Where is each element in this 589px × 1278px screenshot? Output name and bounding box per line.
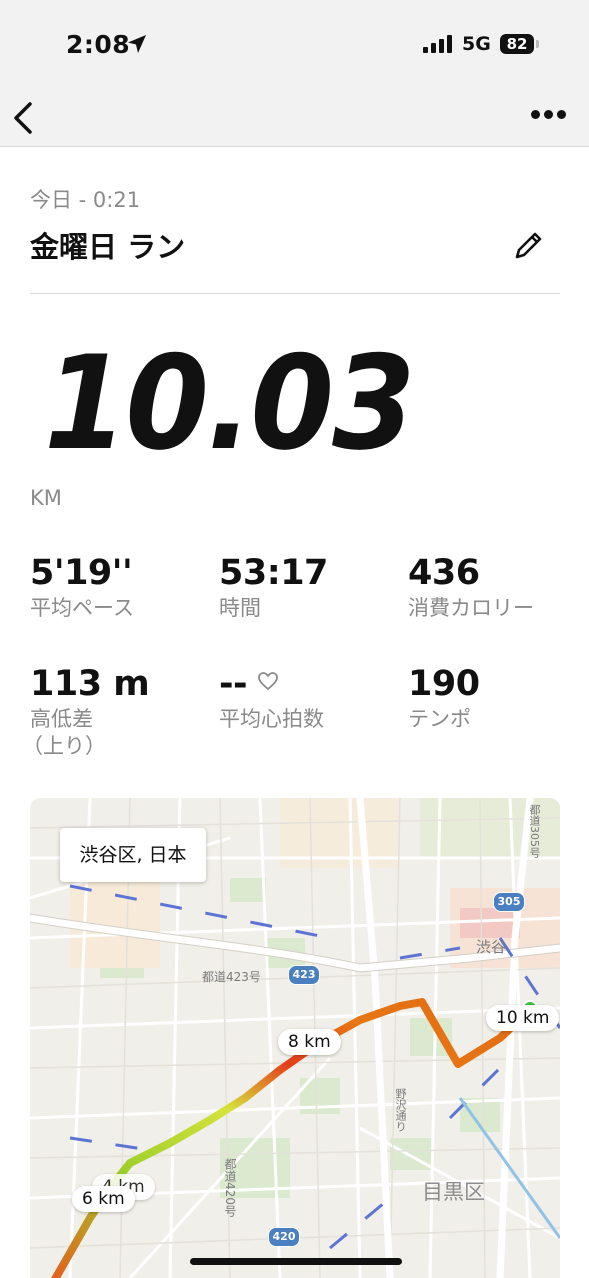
battery-nub xyxy=(536,40,539,48)
calories-value: 436 xyxy=(408,553,480,593)
elevation-label: 高低差 xyxy=(30,707,93,731)
cadence-label: テンポ xyxy=(408,707,471,731)
distance-unit: KM xyxy=(30,486,62,510)
route-badge-423: 423 xyxy=(288,965,320,985)
route-badge-305: 305 xyxy=(493,892,525,912)
status-time: 2:08 xyxy=(66,30,131,59)
km-marker-6: 6 km xyxy=(72,1186,135,1212)
signal-strength-icon xyxy=(423,35,452,53)
map-label-shibuya: 渋谷 xyxy=(476,938,507,956)
elevation-value: 113 m xyxy=(30,664,150,704)
avg-heart-rate-label: 平均心拍数 xyxy=(219,707,324,731)
status-bar: 2:08 5G 82 xyxy=(0,0,589,90)
avg-pace-value: 5'19'' xyxy=(30,553,133,593)
edit-pencil-icon[interactable] xyxy=(510,226,548,264)
navigation-bar xyxy=(0,90,589,147)
route-badge-420: 420 xyxy=(268,1227,300,1247)
calories-label: 消費カロリー xyxy=(408,596,534,620)
network-type: 5G xyxy=(462,33,491,55)
map-label-road-305: 都道305号 xyxy=(528,804,541,858)
km-marker-8: 8 km xyxy=(278,1029,341,1055)
avg-pace-label: 平均ペース xyxy=(30,596,134,620)
header-divider xyxy=(30,293,560,294)
avg-heart-rate-value: -- xyxy=(219,664,248,704)
map-label-nozawa: 野沢通り xyxy=(394,1088,407,1132)
duration-label: 時間 xyxy=(219,596,261,620)
elevation-sublabel: （上り） xyxy=(22,734,106,758)
map-area-label: 渋谷区, 日本 xyxy=(60,828,206,882)
activity-title: 金曜日 ラン xyxy=(30,230,186,264)
duration-value: 53:17 xyxy=(219,553,328,593)
battery-icon: 82 xyxy=(500,34,534,54)
distance-value: 10.03 xyxy=(44,329,416,480)
route-map[interactable]: 渋谷区, 日本 渋谷 目黒区 都道423号 都道420号 都道305号 野沢通り… xyxy=(30,798,560,1278)
map-label-road-420: 都道420号 xyxy=(223,1158,237,1217)
location-arrow-icon xyxy=(128,35,146,53)
activity-date: 今日 - 0:21 xyxy=(30,188,141,212)
back-chevron-icon[interactable] xyxy=(10,98,46,138)
cadence-value: 190 xyxy=(408,664,480,704)
heart-icon xyxy=(258,672,278,691)
home-indicator[interactable] xyxy=(190,1258,402,1265)
map-label-meguro: 目黒区 xyxy=(422,1180,485,1204)
more-options-icon[interactable] xyxy=(525,102,573,128)
map-label-road-423: 都道423号 xyxy=(202,970,261,984)
km-marker-10: 10 km xyxy=(486,1005,560,1031)
